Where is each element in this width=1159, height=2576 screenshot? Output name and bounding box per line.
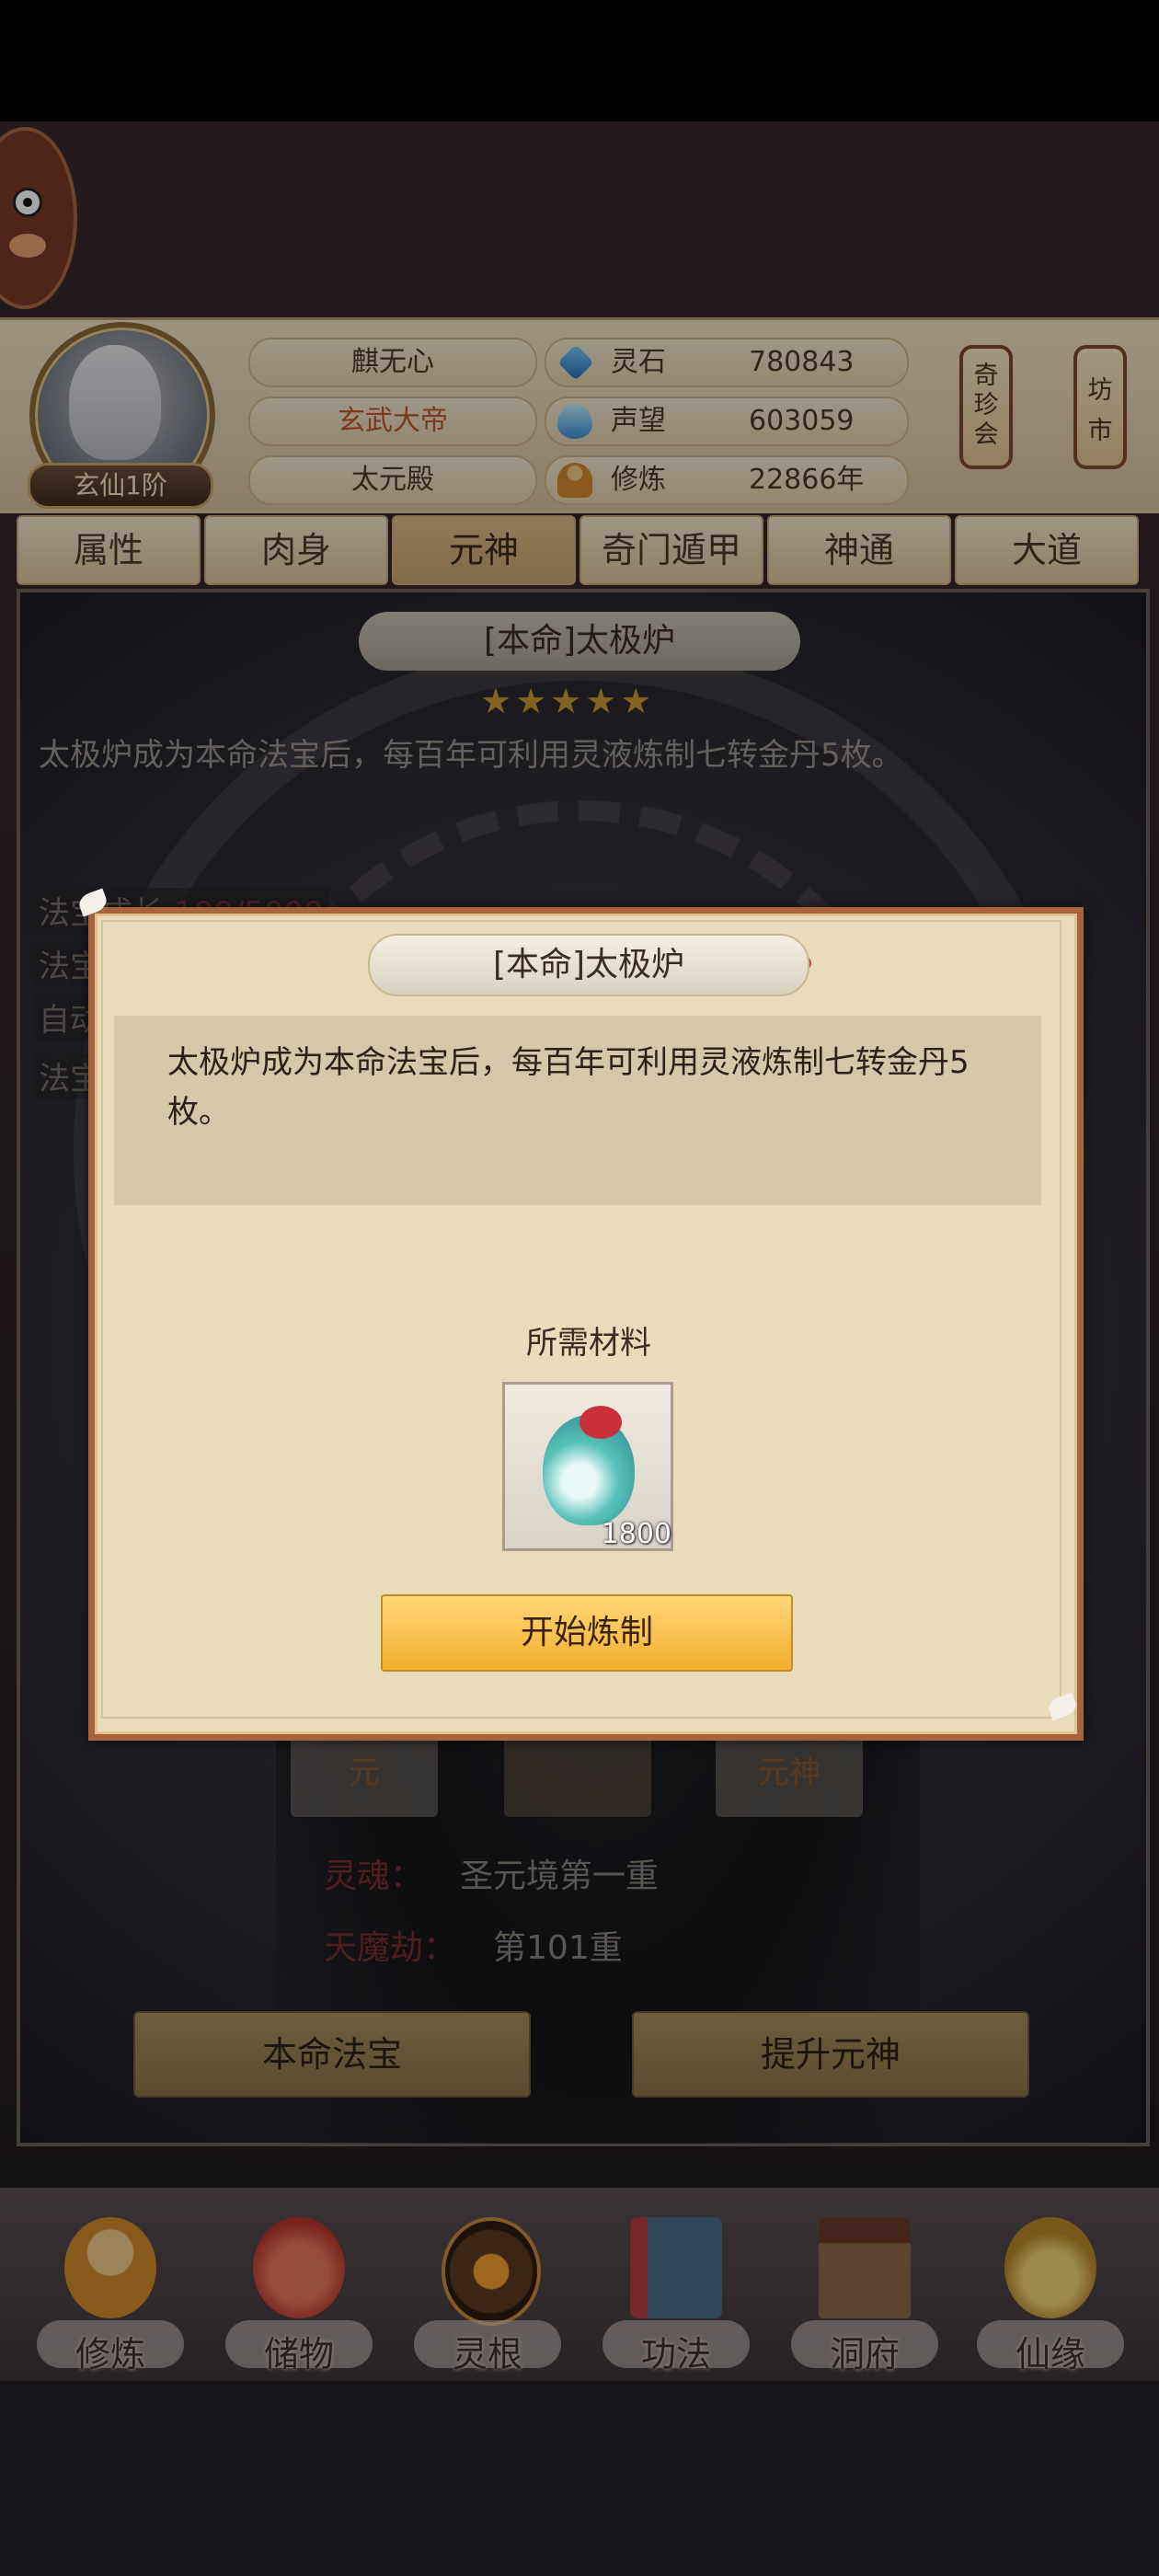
player-title: 玄武大帝 xyxy=(248,397,537,446)
resource-label: 修炼 xyxy=(611,464,666,496)
info-value: 圣元境第一重 xyxy=(460,1857,660,1895)
nav-technique[interactable]: 功法 xyxy=(602,2217,750,2375)
resource-label: 声望 xyxy=(611,405,666,437)
resource-value: 780843 xyxy=(749,346,855,378)
soul-info: 灵魂： 圣元境第一重 xyxy=(324,1849,659,1897)
material-count: 1800 xyxy=(601,1518,671,1550)
market-label: 坊市 xyxy=(1087,376,1113,445)
storage-bag-icon xyxy=(253,2217,345,2318)
fortune-gourd-icon xyxy=(1004,2217,1096,2318)
resource-prestige: 声望 603059 xyxy=(545,397,909,446)
furnace-slot-icon[interactable] xyxy=(504,1730,651,1817)
mascot-mouth xyxy=(9,234,46,258)
natal-treasure-button[interactable]: 本命法宝 xyxy=(133,2011,531,2098)
treasure-auction-label: 奇珍会 xyxy=(973,362,999,449)
tab-primordial-spirit[interactable]: 元神 xyxy=(392,515,576,585)
upgrade-spirit-button[interactable]: 提升元神 xyxy=(632,2011,1029,2098)
spirit-root-icon xyxy=(442,2217,541,2326)
tribulation-info: 天魔劫： 第101重 xyxy=(324,1921,623,1969)
nav-storage[interactable]: 储物 xyxy=(225,2217,373,2375)
resource-label: 灵石 xyxy=(611,346,666,378)
tab-divine-power[interactable]: 神通 xyxy=(767,515,951,585)
market-button[interactable]: 坊市 xyxy=(1073,345,1127,469)
equip-slot-button[interactable]: 元 xyxy=(291,1730,438,1817)
technique-book-icon xyxy=(630,2217,722,2318)
treasure-title: [本命]太极炉 xyxy=(359,612,800,671)
info-key: 灵魂： xyxy=(324,1857,424,1895)
nav-label: 仙缘 xyxy=(1015,2334,1085,2375)
prestige-icon xyxy=(557,404,592,439)
player-name: 麒无心 xyxy=(248,338,537,387)
info-value: 第101重 xyxy=(493,1929,623,1967)
treasure-auction-button[interactable]: 奇珍会 xyxy=(959,345,1013,469)
player-sect: 太元殿 xyxy=(248,455,537,505)
nav-label: 功法 xyxy=(640,2334,711,2375)
nav-fortune[interactable]: 仙缘 xyxy=(977,2217,1124,2375)
start-crafting-button[interactable]: 开始炼制 xyxy=(381,1594,793,1672)
resource-cultivation: 修炼 22866年 xyxy=(545,455,909,505)
required-materials-label: 所需材料 xyxy=(526,1325,651,1362)
resource-spirit-stone: 灵石 780843 xyxy=(545,338,909,387)
spirit-stone-icon xyxy=(557,344,594,381)
nav-label: 修炼 xyxy=(75,2334,145,2375)
tab-bar: 属性 肉身 元神 奇门遁甲 神通 大道 xyxy=(17,515,1142,585)
dialog-description: 太极炉成为本命法宝后，每百年可利用灵液炼制七转金丹5枚。 xyxy=(167,1044,970,1131)
cave-house-icon xyxy=(819,2217,911,2318)
treasure-description: 太极炉成为本命法宝后，每百年可利用灵液炼制七转金丹5枚。 xyxy=(39,737,903,774)
nav-label: 储物 xyxy=(263,2334,334,2375)
nav-cultivate[interactable]: 修炼 xyxy=(37,2217,184,2375)
nav-label: 灵根 xyxy=(452,2334,522,2375)
tab-body[interactable]: 肉身 xyxy=(204,515,388,585)
cultivate-icon xyxy=(64,2217,156,2318)
dialog-title: [本命]太极炉 xyxy=(368,934,809,996)
tab-qimen-dunjia[interactable]: 奇门遁甲 xyxy=(580,515,763,585)
info-key: 天魔劫： xyxy=(324,1929,457,1967)
tab-great-dao[interactable]: 大道 xyxy=(955,515,1139,585)
avatar-portrait-icon xyxy=(69,345,161,460)
nav-cave-house[interactable]: 洞府 xyxy=(791,2217,938,2375)
nav-spirit-root[interactable]: 灵根 xyxy=(414,2217,561,2375)
nav-label: 洞府 xyxy=(829,2334,900,2375)
rank-badge: 玄仙1阶 xyxy=(28,463,213,509)
cultivation-icon xyxy=(557,463,592,498)
mascot-eye xyxy=(13,188,42,217)
gourd-ribbon-icon xyxy=(580,1406,622,1439)
spirit-slot-button[interactable]: 元神 xyxy=(716,1730,863,1817)
star-rating: ★★★★★ xyxy=(480,681,656,721)
bottom-blank-area xyxy=(0,2381,1159,2576)
resource-value: 22866年 xyxy=(749,464,865,496)
tab-attributes[interactable]: 属性 xyxy=(17,515,201,585)
resource-value: 603059 xyxy=(749,405,855,437)
status-bar xyxy=(0,0,1159,121)
